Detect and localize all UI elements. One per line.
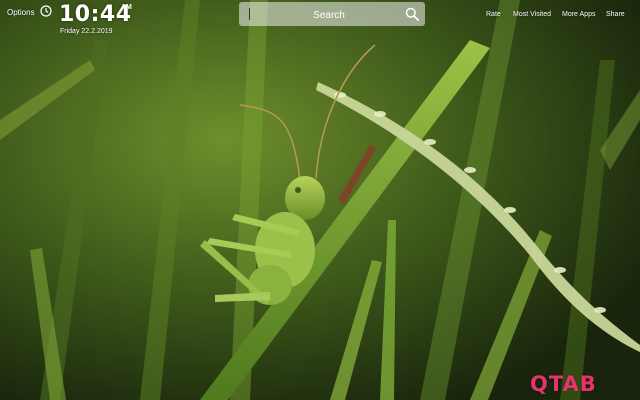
clock-date: Friday 22.2.2019: [60, 28, 113, 35]
nav-rate[interactable]: Rate: [486, 11, 501, 18]
top-bar: Options 10:44 AM Friday 22.2.2019 Rate M…: [0, 0, 640, 40]
background-wallpaper: [0, 0, 640, 400]
search-caret: [249, 8, 250, 20]
nav-share[interactable]: Share: [606, 11, 625, 18]
search-box: [239, 2, 425, 28]
nav-more-apps[interactable]: More Apps: [562, 11, 595, 18]
nav-most-visited[interactable]: Most Visited: [513, 11, 551, 18]
qtab-logo[interactable]: QTAB: [530, 372, 597, 396]
options-button[interactable]: Options: [7, 8, 35, 17]
clock-ampm: AM: [121, 4, 132, 11]
search-icon[interactable]: [405, 7, 419, 21]
search-input[interactable]: [253, 2, 405, 28]
clock-icon[interactable]: [40, 5, 52, 17]
